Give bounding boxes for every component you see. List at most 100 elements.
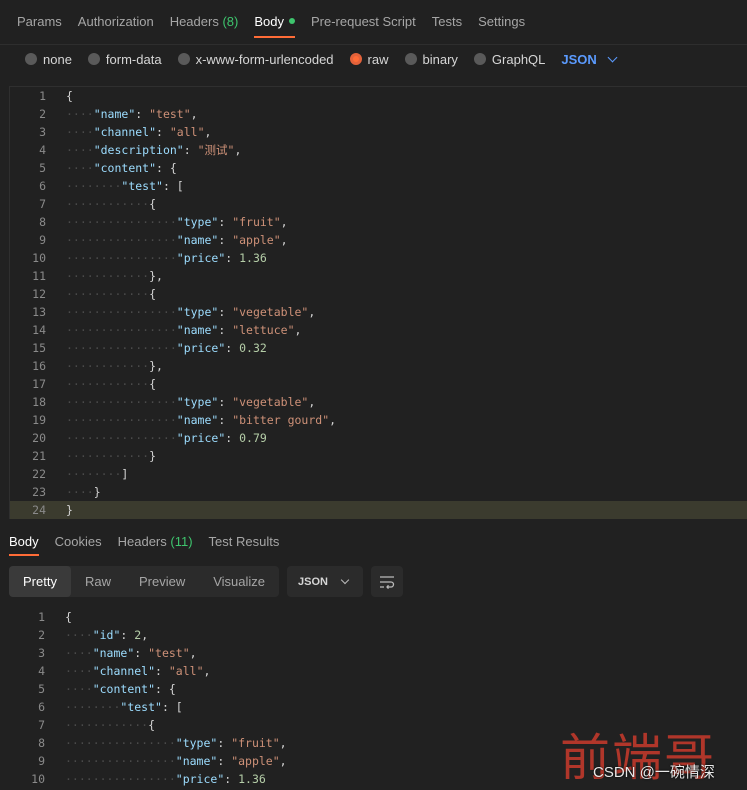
tab-tests[interactable]: Tests	[424, 0, 470, 44]
wrap-lines-button[interactable]	[371, 566, 404, 597]
token: },	[149, 269, 163, 283]
tab-label: Tests	[431, 14, 463, 29]
code-line: 16 ············},	[10, 357, 747, 375]
token: :	[155, 664, 169, 678]
token: "price"	[176, 341, 226, 355]
token: ,	[279, 736, 287, 750]
code-content: ············}	[66, 447, 156, 465]
code-line: 15 ················"price": 0.32	[10, 339, 747, 357]
token: ,	[190, 107, 198, 121]
body-type-x-www-form-urlencoded[interactable]: x-www-form-urlencoded	[177, 52, 334, 67]
radio-button[interactable]	[177, 53, 190, 65]
response-tab-body[interactable]: Body	[1, 528, 47, 556]
body-type-binary[interactable]: binary	[404, 52, 458, 67]
token: "id"	[92, 628, 121, 642]
indent-guide: ········	[65, 700, 121, 714]
response-view-bar: Pretty Raw Preview Visualize JSON	[9, 566, 404, 597]
view-mode-visualize[interactable]: Visualize	[199, 566, 279, 597]
code-content: {	[66, 87, 73, 105]
token: "fruit"	[232, 215, 281, 229]
code-content: ····"name": "test",	[65, 644, 197, 662]
indent-guide: ············	[66, 287, 150, 301]
radio-button[interactable]	[473, 53, 486, 65]
code-line: 8 ················"type": "fruit",	[10, 213, 747, 231]
tab-count-badge: (8)	[222, 14, 239, 29]
code-content: ················"price": 0.32	[66, 339, 267, 357]
line-number: 12	[32, 287, 46, 301]
tab-settings[interactable]: Settings	[470, 0, 533, 44]
code-content: ················"type": "fruit",	[65, 734, 287, 752]
line-number: 9	[39, 233, 46, 247]
view-mode-preview[interactable]: Preview	[125, 566, 199, 597]
token: }	[149, 449, 157, 463]
code-content: ····"content": {	[66, 159, 177, 177]
indent-guide: ················	[66, 431, 177, 445]
response-tab-cookies[interactable]: Cookies	[47, 528, 110, 556]
radio-button[interactable]	[25, 53, 37, 65]
token: 1.36	[239, 251, 267, 265]
csdn-credit: CSDN @一碗情深	[593, 764, 715, 781]
token: :	[218, 305, 233, 319]
token: "name"	[93, 107, 136, 121]
token: :	[156, 125, 170, 139]
code-line: 2 ····"name": "test",	[10, 105, 747, 123]
view-mode-pretty[interactable]: Pretty	[9, 566, 71, 597]
token: :	[217, 754, 232, 768]
code-line: 22 ········]	[10, 465, 747, 483]
tab-pre-request-script[interactable]: Pre-request Script	[303, 0, 424, 44]
code-line: 6 ········"test": [	[9, 698, 747, 716]
body-type-raw[interactable]: raw	[349, 52, 389, 67]
response-format-select[interactable]: JSON	[287, 566, 364, 597]
radio-button[interactable]	[349, 53, 362, 65]
raw-language-label: JSON	[561, 51, 597, 67]
raw-language-select[interactable]: JSON	[561, 51, 618, 67]
radio-button[interactable]	[87, 53, 100, 65]
token: "price"	[176, 251, 226, 265]
line-number: 11	[32, 269, 46, 283]
tab-label: Cookies	[54, 534, 102, 549]
response-tab-test-results[interactable]: Test Results	[201, 528, 288, 556]
code-content: ············{	[65, 716, 155, 734]
indent-guide: ····	[66, 485, 94, 499]
token: "apple"	[231, 754, 280, 768]
body-type-label: none	[43, 51, 72, 67]
modified-dot-icon	[288, 18, 295, 24]
body-type-form-data[interactable]: form-data	[87, 51, 162, 67]
code-line: 17 ············{	[10, 375, 747, 393]
indent-guide: ············	[66, 359, 150, 373]
tab-body[interactable]: Body	[246, 0, 303, 44]
code-content: ····"channel": "all",	[65, 662, 210, 680]
tab-label: Test Results	[208, 534, 280, 549]
token: ,	[280, 215, 288, 229]
line-number: 22	[32, 467, 46, 481]
indent-guide: ················	[65, 772, 176, 786]
token: :	[217, 736, 232, 750]
code-line: 6 ········"test": [	[10, 177, 747, 195]
code-content: {	[65, 608, 72, 626]
tab-headers[interactable]: Headers (8)	[162, 0, 247, 44]
token: "test"	[120, 700, 162, 714]
token: :	[225, 251, 240, 265]
tab-params[interactable]: Params	[9, 0, 70, 44]
body-type-label: form-data	[105, 51, 162, 67]
code-content: ········"test": [	[65, 698, 183, 716]
token: {	[65, 610, 72, 624]
code-line: 9 ················"name": "apple",	[10, 231, 747, 249]
token: "name"	[176, 233, 219, 247]
radio-button[interactable]	[404, 53, 417, 65]
body-type-none[interactable]: none	[25, 52, 72, 67]
response-tab-headers[interactable]: Headers (11)	[110, 528, 201, 556]
token: "name"	[92, 646, 135, 660]
response-tabs: Body Cookies Headers (11) Test Results	[0, 528, 747, 556]
chevron-down-icon	[607, 52, 618, 62]
code-content: ················"type": "vegetable",	[66, 393, 315, 411]
tab-authorization[interactable]: Authorization	[70, 0, 162, 44]
body-type-graphql[interactable]: GraphQL	[473, 52, 545, 67]
view-mode-raw[interactable]: Raw	[71, 566, 125, 597]
line-number: 24	[32, 503, 46, 517]
line-number: 9	[38, 754, 45, 768]
code-content: ····"channel": "all",	[66, 123, 211, 141]
request-body-editor[interactable]: 1{2 ····"name": "test", 3 ····"channel": "a…	[9, 86, 747, 519]
line-number: 5	[38, 682, 45, 696]
indent-guide: ················	[66, 215, 177, 229]
